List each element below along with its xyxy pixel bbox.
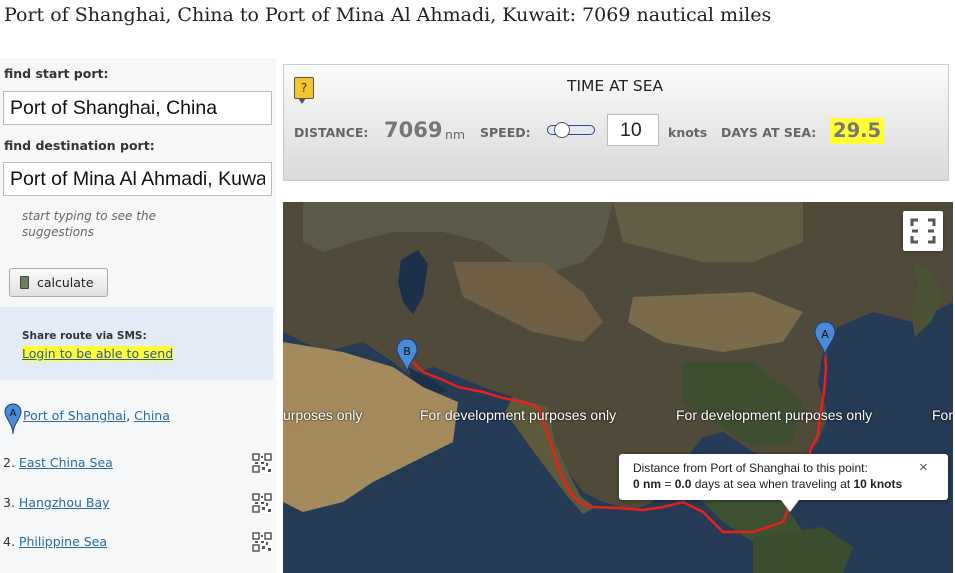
days-at-sea-value: 29.5 bbox=[830, 118, 885, 144]
info-window-tail bbox=[781, 500, 799, 512]
calculator-icon bbox=[20, 276, 29, 289]
satellite-map: A B bbox=[283, 202, 953, 573]
qr-code-icon[interactable] bbox=[252, 453, 272, 473]
distance-unit: nm bbox=[445, 127, 466, 142]
route-item-number: 3. bbox=[3, 495, 15, 510]
dev-watermark: For development purposes only bbox=[676, 407, 873, 423]
qr-code-icon[interactable] bbox=[252, 532, 272, 552]
fullscreen-button[interactable] bbox=[903, 211, 943, 251]
route-item: 2. East China Sea bbox=[3, 455, 113, 470]
start-port-input[interactable] bbox=[3, 91, 272, 125]
route-item-start: Port of Shanghai, China bbox=[23, 408, 170, 423]
dev-watermark: For bbox=[932, 407, 953, 423]
distance-value: 7069 bbox=[384, 118, 443, 142]
suggestions-hint: start typing to see the suggestions bbox=[22, 209, 156, 239]
sms-share-label: Share route via SMS: bbox=[22, 330, 147, 342]
route-map[interactable]: A B urposes only For development purpose… bbox=[283, 202, 953, 573]
time-at-sea-panel: ? TIME AT SEA DISTANCE: 7069 nm SPEED: k… bbox=[283, 64, 949, 181]
qr-code-icon[interactable] bbox=[252, 493, 272, 513]
info-detail: 0 nm = 0.0 days at sea when traveling at… bbox=[633, 477, 903, 491]
distance-info-window: Distance from Port of Shanghai to this p… bbox=[619, 454, 948, 512]
route-country-link[interactable]: China bbox=[134, 408, 170, 423]
route-item: 3. Hangzhou Bay bbox=[3, 495, 110, 510]
speed-unit: knots bbox=[668, 125, 708, 140]
map-pin-a-icon: A bbox=[4, 403, 22, 435]
dev-watermark: urposes only bbox=[283, 407, 363, 423]
route-item-number: 4. bbox=[3, 534, 15, 549]
route-item-number: 2. bbox=[3, 455, 15, 470]
distance-label: DISTANCE: bbox=[294, 125, 369, 140]
close-icon[interactable]: × bbox=[919, 459, 928, 476]
speed-input[interactable] bbox=[607, 114, 659, 146]
info-title: Distance from Port of Shanghai to this p… bbox=[633, 461, 868, 475]
route-item-link[interactable]: East China Sea bbox=[19, 455, 113, 470]
start-port-label: find start port: bbox=[4, 66, 109, 81]
panel-title: TIME AT SEA bbox=[567, 77, 664, 95]
marker-b-label: B bbox=[403, 345, 411, 358]
marker-a-label: A bbox=[821, 328, 829, 341]
route-port-link[interactable]: Port of Shanghai bbox=[23, 408, 126, 423]
speed-slider-handle[interactable] bbox=[554, 122, 570, 138]
calculate-button-label: calculate bbox=[37, 275, 94, 290]
destination-port-label: find destination port: bbox=[4, 138, 155, 153]
help-icon[interactable]: ? bbox=[294, 77, 314, 99]
route-sep: , bbox=[126, 408, 135, 423]
help-icon-tail bbox=[298, 98, 306, 104]
calculate-button[interactable]: calculate bbox=[9, 268, 108, 297]
route-item-link[interactable]: Hangzhou Bay bbox=[19, 495, 110, 510]
route-item-link[interactable]: Philippine Sea bbox=[19, 534, 107, 549]
login-to-send-link[interactable]: Login to be able to send bbox=[22, 346, 174, 361]
destination-port-input[interactable] bbox=[3, 162, 272, 196]
route-item: 4. Philippine Sea bbox=[3, 534, 107, 549]
svg-text:A: A bbox=[10, 408, 17, 419]
dev-watermark: For development purposes only bbox=[420, 407, 617, 423]
speed-label: SPEED: bbox=[480, 125, 531, 140]
sms-share-box: Share route via SMS: Login to be able to… bbox=[0, 307, 273, 380]
days-at-sea-label: DAYS AT SEA: bbox=[721, 125, 817, 140]
page-title: Port of Shanghai, China to Port of Mina … bbox=[4, 4, 772, 26]
fullscreen-icon bbox=[910, 218, 936, 244]
